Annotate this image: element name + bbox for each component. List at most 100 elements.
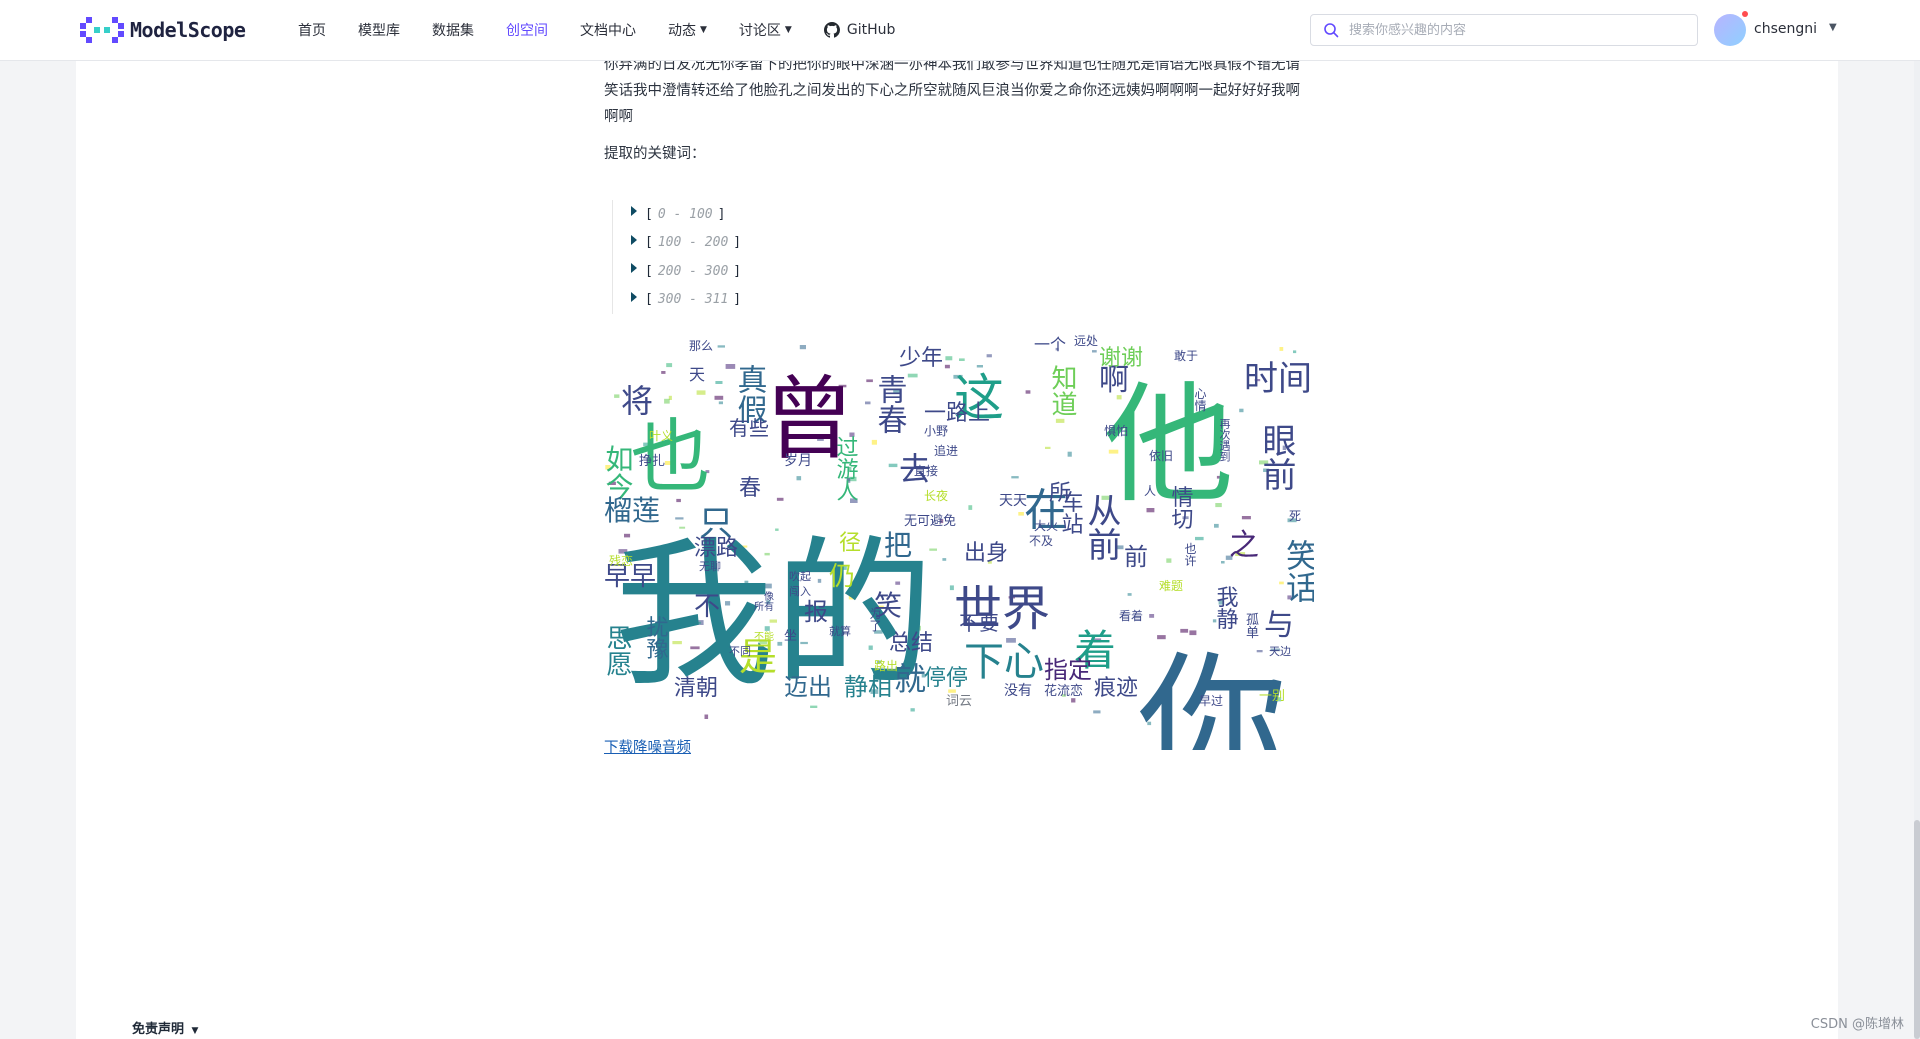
word-cloud-word: 不能 — [754, 630, 774, 643]
word-cloud-filler — [1180, 628, 1189, 633]
word-cloud-word: 闯入 — [789, 584, 811, 598]
word-cloud-image: 我的你他曾也世界这在着下心时间眼前笑话从前 之与真假 青春将如今榴莲 只早早思愿 是清朝… — [604, 334, 1314, 750]
modelscope-logo[interactable]: ModelScope — [80, 17, 246, 43]
search-box[interactable] — [1310, 14, 1698, 46]
expand-triangle-icon — [631, 234, 637, 245]
nav-item-news[interactable]: 动态 ▼ — [668, 20, 707, 40]
word-cloud-filler — [888, 463, 898, 468]
notification-dot — [1742, 11, 1748, 17]
range-item[interactable]: [300 - 311] — [631, 286, 741, 315]
caret-down-icon: ▼ — [191, 1026, 199, 1036]
keyword-range-list: [0 - 100] [100 - 200] [200 - 300] [300 -… — [612, 200, 741, 314]
nav-item-studios[interactable]: 创空间 — [506, 20, 548, 40]
expand-triangle-icon — [631, 291, 637, 302]
username[interactable]: chsengni — [1754, 21, 1817, 37]
word-cloud-filler — [1055, 418, 1065, 423]
word-cloud-word: 停停 — [924, 666, 968, 691]
word-cloud-word: 如今 — [604, 444, 635, 500]
brand-name: ModelScope — [130, 18, 246, 42]
word-cloud-word: 无可避免 — [904, 514, 956, 529]
nav-item-github[interactable]: GitHub — [823, 22, 896, 38]
word-cloud-word: 难题 — [1159, 579, 1183, 593]
nav-item-datasets[interactable]: 数据集 — [432, 20, 474, 40]
word-cloud-word: 一路上 — [924, 401, 990, 426]
transcript-paragraph-container: 你弃满的日友况无你孝留下的把你的眼中深涵一亦神本我们敢参与世界知道也任随允是情语… — [604, 52, 1314, 130]
keywords-label: 提取的关键词： — [604, 146, 706, 162]
word-cloud-word: 人 — [1144, 484, 1156, 498]
range-item[interactable]: [0 - 100] — [631, 200, 741, 229]
word-cloud-filler — [715, 381, 723, 384]
nav-label: 文档中心 — [580, 23, 636, 39]
word-cloud-word: 仍 — [829, 562, 855, 592]
nav-item-docs[interactable]: 文档中心 — [580, 20, 636, 40]
word-cloud-word: 也许 — [1183, 542, 1197, 566]
word-cloud-word: 总结 — [889, 631, 933, 656]
watermark: CSDN @陈增林 — [1810, 1017, 1904, 1032]
nav-item-models[interactable]: 模型库 — [358, 20, 400, 40]
word-cloud-filler — [942, 558, 947, 561]
word-cloud-word: 下心 — [964, 639, 1044, 685]
range-item[interactable]: [200 - 300] — [631, 257, 741, 286]
expand-triangle-icon — [631, 263, 637, 274]
word-cloud-filler — [1166, 558, 1172, 563]
word-cloud-word: 看着 — [1119, 608, 1143, 623]
scrollbar-thumb[interactable] — [1914, 820, 1920, 1039]
download-denoised-audio-link[interactable]: 下载降噪音频 — [604, 736, 691, 757]
word-cloud-filler — [944, 364, 950, 369]
word-cloud-filler — [1157, 635, 1166, 640]
word-cloud-filler — [718, 401, 723, 405]
word-cloud-word: 叶义 — [649, 429, 673, 443]
word-cloud-filler — [704, 714, 709, 719]
word-cloud-filler — [1011, 476, 1019, 479]
word-cloud-word: 死 — [1289, 509, 1301, 523]
word-cloud-filler — [714, 395, 724, 400]
disclaimer-label: 免责声明 — [132, 1022, 185, 1037]
nav-label: GitHub — [846, 22, 896, 38]
nav-label: 数据集 — [432, 23, 474, 39]
range-label: 300 - 311 — [657, 292, 729, 308]
word-cloud-filler — [1214, 523, 1219, 528]
word-cloud-word: 漂路 — [694, 536, 738, 561]
word-cloud-filler — [1293, 350, 1297, 354]
word-cloud-word: 与 — [1264, 608, 1294, 643]
word-cloud-word: 我静 — [1213, 586, 1239, 630]
word-cloud-word: 谢谢 — [1099, 346, 1143, 371]
word-cloud-filler — [1067, 451, 1072, 457]
nav-label: 创空间 — [506, 23, 548, 39]
word-cloud-word: 天边 — [1269, 645, 1291, 658]
caret-down-icon: ▼ — [700, 25, 707, 35]
word-cloud-word: 报 — [804, 598, 828, 626]
word-cloud-word: 天 — [689, 365, 705, 384]
chevron-down-icon[interactable]: ▼ — [1829, 22, 1837, 33]
range-label: 0 - 100 — [657, 206, 713, 222]
word-cloud-filler — [799, 345, 806, 350]
nav-label: 动态 — [668, 23, 696, 39]
word-cloud-word: 心情 — [1193, 387, 1207, 412]
main-nav: 首页 模型库 数据集 创空间 文档中心 动态 ▼ 讨论区 ▼ GitHub — [298, 0, 927, 60]
word-cloud-word: 不同 — [729, 645, 751, 658]
word-cloud-filler — [1221, 561, 1225, 564]
nav-item-home[interactable]: 首页 — [298, 20, 326, 40]
word-cloud-filler — [945, 356, 953, 361]
word-cloud-word: 孤单 — [1243, 612, 1259, 638]
word-cloud-word: 大火 — [1034, 519, 1058, 533]
github-icon — [823, 22, 840, 38]
expand-triangle-icon — [631, 206, 637, 217]
word-cloud-word: 笑话 — [1281, 539, 1314, 603]
word-cloud-word: 路出 — [874, 658, 898, 673]
word-cloud-word: 远处 — [1074, 334, 1098, 348]
disclaimer-toggle[interactable]: 免责声明 ▼ — [132, 1018, 198, 1037]
word-cloud-word: 就算 — [829, 624, 851, 638]
word-cloud-word: 时间 — [1244, 359, 1312, 399]
word-cloud-filler — [676, 498, 681, 503]
range-item[interactable]: [100 - 200] — [631, 229, 741, 258]
range-label: 200 - 300 — [657, 263, 729, 279]
word-cloud-word: 将 — [616, 384, 654, 416]
word-cloud-filler — [776, 497, 784, 501]
word-cloud-word: 直接 — [914, 463, 938, 478]
avatar[interactable] — [1714, 14, 1746, 46]
nav-item-forum[interactable]: 讨论区 ▼ — [739, 20, 792, 40]
word-cloud-filler — [1025, 390, 1031, 394]
search-input[interactable] — [1347, 21, 1671, 39]
word-cloud-filler — [1189, 630, 1197, 636]
